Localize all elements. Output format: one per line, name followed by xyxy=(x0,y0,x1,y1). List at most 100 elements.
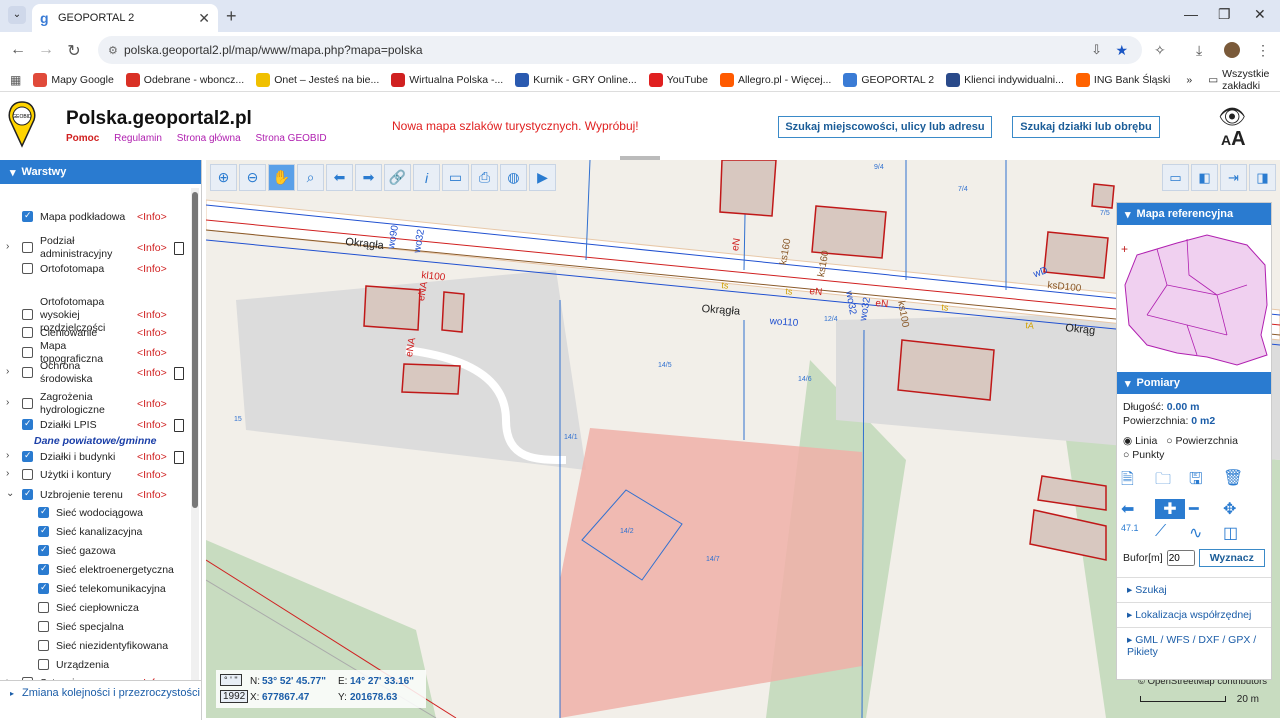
sublayer-checkbox[interactable] xyxy=(38,659,49,670)
measure-ruler-icon[interactable]: ▭ xyxy=(442,164,469,191)
layer-item[interactable]: ⌄ Uzbrojenie terenu <Info> xyxy=(0,488,190,502)
layer-checkbox[interactable] xyxy=(22,309,33,320)
all-bookmarks[interactable]: Wszystkie zakładki xyxy=(1222,68,1280,92)
back-icon[interactable]: ← xyxy=(4,41,32,59)
layers-scrollbar[interactable] xyxy=(191,188,199,680)
bookmark-star-icon[interactable]: ★ xyxy=(1115,42,1128,59)
link-icon[interactable]: 🔗 xyxy=(384,164,411,191)
layer-item[interactable]: › Zagrożenia hydrologiczne <Info> xyxy=(0,390,190,418)
layer-info-link[interactable]: <Info> xyxy=(137,367,167,379)
trash-icon[interactable]: 🗑 xyxy=(1223,468,1253,495)
minimize-icon[interactable]: — xyxy=(1184,6,1198,22)
bookmark-item[interactable]: Odebrane - wboncz... xyxy=(125,72,244,87)
layer-checkbox[interactable] xyxy=(22,418,33,430)
legend-doc-icon[interactable] xyxy=(174,418,184,432)
coordinate-location-section[interactable]: ▸ Lokalizacja współrzędnej xyxy=(1117,602,1271,627)
layout-split-icon[interactable]: ◧ xyxy=(1191,164,1218,191)
chevron-right-icon[interactable]: › xyxy=(6,241,16,252)
eye-icon[interactable]: 👁 xyxy=(1218,104,1246,130)
previous-view-icon[interactable]: ⬅ xyxy=(326,164,353,191)
layer-info-link[interactable]: <Info> xyxy=(137,419,167,431)
bookmark-item[interactable]: YouTube xyxy=(648,72,708,87)
layer-info-link[interactable]: <Info> xyxy=(137,309,167,321)
browser-tab[interactable]: g GEOPORTAL 2 ✕ xyxy=(32,4,218,32)
layer-order-link[interactable]: ▸ Zmiana kolejności i przezroczystości xyxy=(0,680,202,720)
globe-icon[interactable]: ◍ xyxy=(500,164,527,191)
new-tab-icon[interactable]: + xyxy=(226,6,237,27)
layer-item[interactable]: › Podział administracyjny <Info> xyxy=(0,234,190,262)
chevron-right-icon[interactable]: › xyxy=(6,468,16,479)
apps-grid-icon[interactable]: ▦ xyxy=(10,73,21,87)
bookmark-item[interactable]: Klienci indywidualni... xyxy=(946,72,1064,87)
zoom-in-icon[interactable]: ⊕ xyxy=(210,164,237,191)
sublayer-item[interactable]: Sieć elektroenergetyczna xyxy=(0,563,190,577)
layer-info-link[interactable]: <Info> xyxy=(137,327,167,339)
layout-exit-icon[interactable]: ⇥ xyxy=(1220,164,1247,191)
layer-checkbox[interactable] xyxy=(22,367,33,378)
label-value-icon[interactable]: 47.1 xyxy=(1121,523,1151,543)
save-icon[interactable]: 🖫 xyxy=(1189,468,1219,495)
radio-points[interactable]: ○ Punkty xyxy=(1123,448,1265,462)
layout-side-icon[interactable]: ◨ xyxy=(1249,164,1276,191)
remove-point-icon[interactable]: ━ xyxy=(1189,499,1219,519)
legend-doc-icon[interactable] xyxy=(174,241,184,255)
sublayer-checkbox[interactable] xyxy=(38,563,49,575)
site-info-icon[interactable]: ⚙ xyxy=(108,44,118,57)
site-title[interactable]: Polska.geoportal2.pl xyxy=(66,108,252,130)
layer-checkbox[interactable] xyxy=(22,210,33,222)
install-app-icon[interactable]: ⇩ xyxy=(1091,42,1102,58)
sublayer-checkbox[interactable] xyxy=(38,506,49,518)
sublayer-item[interactable]: Sieć wodociągowa xyxy=(0,506,190,520)
layer-info-link[interactable]: <Info> xyxy=(137,489,167,501)
sublayer-item[interactable]: Sieć kanalizacyjna xyxy=(0,525,190,539)
layer-checkbox[interactable] xyxy=(22,488,33,500)
layout-full-icon[interactable]: ▭ xyxy=(1162,164,1189,191)
help-link[interactable]: Pomoc xyxy=(66,133,99,144)
tab-search-icon[interactable]: ⌄ xyxy=(8,6,26,24)
layer-item[interactable]: › Ochrona środowiska <Info> xyxy=(0,360,190,385)
sublayer-item[interactable]: Sieć ciepłownicza xyxy=(0,601,190,615)
download-icon[interactable]: ⤓ xyxy=(1196,42,1202,59)
layer-checkbox[interactable] xyxy=(22,263,33,274)
menu-kebab-icon[interactable]: ⋮ xyxy=(1256,42,1270,59)
bookmark-item[interactable]: Onet – Jesteś na bie... xyxy=(256,72,379,87)
ref-map-header[interactable]: ▾ Mapa referencyjna xyxy=(1117,203,1271,225)
sublayer-item[interactable]: Sieć niezidentyfikowana xyxy=(0,639,190,653)
zoom-box-icon[interactable]: ⌕ xyxy=(297,164,324,191)
compute-button[interactable]: Wyznacz xyxy=(1198,549,1265,567)
chevron-right-icon[interactable]: › xyxy=(6,450,16,461)
forward-icon[interactable]: → xyxy=(32,41,60,59)
reload-icon[interactable]: ↻ xyxy=(60,41,88,61)
legend-doc-icon[interactable] xyxy=(174,450,184,464)
radio-line[interactable]: ◉ Linia xyxy=(1123,435,1157,447)
chevron-right-icon[interactable]: › xyxy=(6,366,16,377)
more-bookmarks[interactable]: » xyxy=(1186,74,1192,86)
url-input[interactable]: ⚙ polska.geoportal2.pl/map/www/mapa.php?… xyxy=(98,36,1142,64)
layer-checkbox[interactable] xyxy=(22,242,33,253)
zoom-out-icon[interactable]: ⊖ xyxy=(239,164,266,191)
search-parcel-button[interactable]: Szukaj działki lub obrębu xyxy=(1012,116,1160,138)
pan-hand-icon[interactable]: ✋ xyxy=(268,164,295,191)
layer-item[interactable]: Działki LPIS <Info> xyxy=(0,418,190,432)
print-icon[interactable]: ⎙ xyxy=(471,164,498,191)
close-window-icon[interactable]: ✕ xyxy=(1254,6,1266,23)
sublayer-checkbox[interactable] xyxy=(38,525,49,537)
radio-area[interactable]: ○ Powierzchnia xyxy=(1166,435,1238,447)
sublayer-checkbox[interactable] xyxy=(38,640,49,651)
extensions-icon[interactable]: ✧ xyxy=(1154,42,1166,59)
layer-item[interactable]: Ortofotomapa <Info> xyxy=(0,262,190,276)
profile-icon[interactable]: ∿ xyxy=(1189,523,1219,543)
layer-info-link[interactable]: <Info> xyxy=(137,263,167,275)
new-measure-icon[interactable]: 🗎 xyxy=(1121,468,1151,495)
layer-checkbox[interactable] xyxy=(22,469,33,480)
restore-icon[interactable]: ❐ xyxy=(1218,6,1231,23)
gml-export-section[interactable]: ▸ GML / WFS / DXF / GPX / Pikiety xyxy=(1117,627,1271,664)
home-link[interactable]: Strona główna xyxy=(177,133,241,144)
layer-info-link[interactable]: <Info> xyxy=(137,451,167,463)
geobid-logo-icon[interactable]: GEOBID xyxy=(6,100,38,148)
undo-arrow-icon[interactable]: ⬅ xyxy=(1121,499,1151,519)
measure-header[interactable]: ▾ Pomiary xyxy=(1117,372,1271,394)
terms-link[interactable]: Regulamin xyxy=(114,133,162,144)
close-tab-icon[interactable]: ✕ xyxy=(198,10,210,27)
layer-info-link[interactable]: <Info> xyxy=(137,211,167,223)
